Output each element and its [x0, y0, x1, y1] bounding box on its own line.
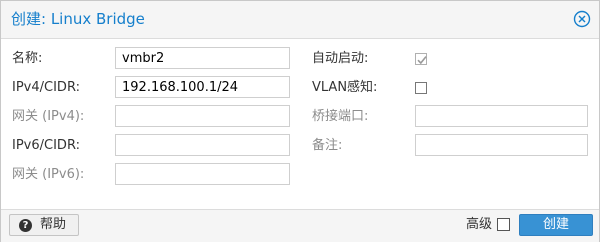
- bridge-ports-input[interactable]: [415, 105, 588, 127]
- ipv4-cidr-input[interactable]: [115, 76, 290, 98]
- advanced-label: 高级: [466, 217, 493, 232]
- ipv6-cidr-input[interactable]: [115, 134, 290, 156]
- gateway-ipv6-label: 网关 (IPv6):: [12, 167, 85, 182]
- help-button-label: 帮助: [40, 217, 67, 232]
- bridge-ports-label: 桥接端口:: [312, 109, 369, 124]
- create-linux-bridge-dialog: 创建: Linux Bridge 名称: IPv4/CIDR: 网关 (IPv4…: [0, 0, 600, 242]
- create-button[interactable]: 创建: [519, 214, 593, 236]
- question-circle-icon: ?: [19, 219, 32, 232]
- name-label: 名称:: [12, 51, 43, 66]
- autostart-checkbox[interactable]: [415, 53, 427, 65]
- ipv4-label: IPv4/CIDR:: [12, 80, 80, 95]
- ipv6-label: IPv6/CIDR:: [12, 138, 80, 153]
- close-icon[interactable]: [573, 10, 591, 28]
- dialog-titlebar: 创建: Linux Bridge: [1, 1, 599, 39]
- name-input[interactable]: [115, 47, 290, 69]
- gateway-ipv4-input[interactable]: [115, 105, 290, 127]
- vlan-aware-label: VLAN感知:: [312, 80, 378, 95]
- dialog-footer: ? 帮助 高级 创建: [1, 209, 599, 242]
- checkmark-icon: [417, 56, 427, 65]
- comment-input[interactable]: [415, 134, 588, 156]
- autostart-label: 自动启动:: [312, 51, 369, 66]
- gateway-ipv4-label: 网关 (IPv4):: [12, 109, 85, 124]
- gateway-ipv6-input[interactable]: [115, 163, 290, 185]
- help-button[interactable]: ? 帮助: [9, 214, 79, 236]
- advanced-checkbox[interactable]: [497, 218, 510, 231]
- vlan-aware-checkbox[interactable]: [415, 82, 427, 94]
- comment-label: 备注:: [312, 138, 343, 153]
- dialog-title: 创建: Linux Bridge: [11, 10, 145, 28]
